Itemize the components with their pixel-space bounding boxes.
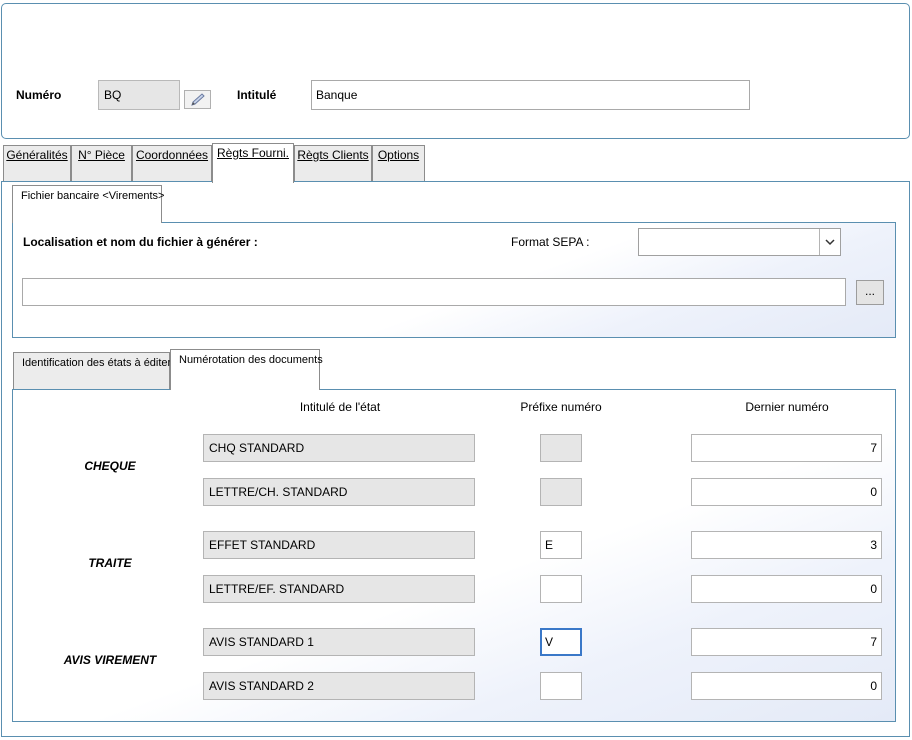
prefixe-input[interactable]: E <box>540 531 582 559</box>
prefixe-input[interactable] <box>540 672 582 700</box>
chevron-down-icon <box>819 229 840 255</box>
dernier-numero-input[interactable]: 0 <box>691 575 882 603</box>
etat-field[interactable]: CHQ STANDARD <box>203 434 475 462</box>
prefixe-input <box>540 478 582 506</box>
header-panel <box>1 3 910 139</box>
etat-field[interactable]: AVIS STANDARD 1 <box>203 628 475 656</box>
tab-label: Règts Fourni. <box>216 146 290 160</box>
tab-regts-fourni[interactable]: Règts Fourni. <box>212 143 294 183</box>
tab-label: Généralités <box>6 148 68 162</box>
intitule-field[interactable]: Banque <box>311 80 750 110</box>
etat-field[interactable]: EFFET STANDARD <box>203 531 475 559</box>
tab-label: N° Pièce <box>78 148 125 162</box>
format-sepa-label: Format SEPA : <box>511 235 590 249</box>
tab-coordonnees[interactable]: Coordonnées <box>132 145 212 181</box>
prefixe-input[interactable]: V <box>540 628 582 656</box>
tab-fichier-bancaire[interactable]: Fichier bancaire <Virements> <box>12 185 164 223</box>
dernier-numero-input[interactable]: 0 <box>691 478 882 506</box>
tab-numerotation-documents[interactable]: Numérotation des documents <box>170 349 323 390</box>
tab-label: Règts Clients <box>297 148 369 162</box>
col-dernier-numero: Dernier numéro <box>745 400 829 414</box>
dernier-numero-input[interactable]: 0 <box>691 672 882 700</box>
dernier-numero-input[interactable]: 7 <box>691 434 882 462</box>
tab-label: Coordonnées <box>135 148 209 162</box>
browse-button[interactable]: ... <box>856 280 884 305</box>
numero-label: Numéro <box>16 88 62 102</box>
prefixe-input <box>540 434 582 462</box>
tab-generalites[interactable]: Généralités <box>3 145 71 181</box>
format-sepa-select[interactable] <box>638 228 841 256</box>
group-label-avis-virement: AVIS VIREMENT <box>63 653 157 667</box>
numero-field[interactable]: BQ <box>98 80 180 110</box>
etat-field[interactable]: AVIS STANDARD 2 <box>203 672 475 700</box>
etat-field[interactable]: LETTRE/CH. STANDARD <box>203 478 475 506</box>
prefixe-input[interactable] <box>540 575 582 603</box>
edit-numero-button[interactable] <box>184 90 211 109</box>
tab-n-piece[interactable]: N° Pièce <box>71 145 132 181</box>
location-label: Localisation et nom du fichier à générer… <box>23 235 258 249</box>
col-prefixe-numero: Préfixe numéro <box>520 400 602 414</box>
etat-field[interactable]: LETTRE/EF. STANDARD <box>203 575 475 603</box>
tab-options[interactable]: Options <box>372 145 425 181</box>
dernier-numero-input[interactable]: 7 <box>691 628 882 656</box>
col-intitule-etat: Intitulé de l'état <box>299 400 381 414</box>
group-label-cheque: CHEQUE <box>84 459 136 473</box>
group-label-traite: TRAITE <box>88 556 132 570</box>
file-path-input[interactable] <box>22 278 846 306</box>
dernier-numero-input[interactable]: 3 <box>691 531 882 559</box>
intitule-label: Intitulé <box>237 88 277 102</box>
tab-label: Options <box>377 148 420 162</box>
pencil-icon <box>189 92 207 111</box>
tab-identification-etats[interactable]: Identification des états à éditer <box>13 352 171 389</box>
tab-regts-clients[interactable]: Règts Clients <box>294 145 372 181</box>
